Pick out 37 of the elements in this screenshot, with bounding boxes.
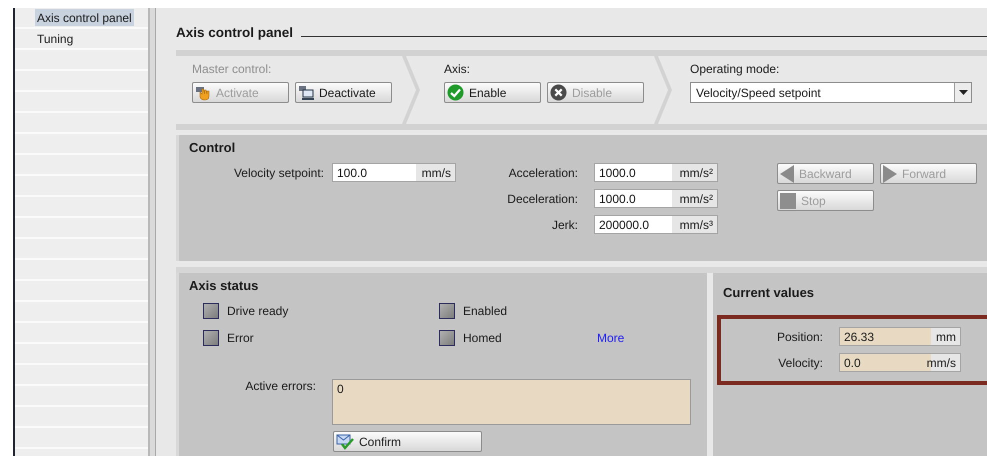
more-link[interactable]: More	[597, 331, 707, 345]
value-label: Position:	[776, 330, 823, 344]
field-label: Acceleration:	[508, 166, 578, 180]
close-icon	[550, 84, 567, 101]
envelope-check-icon	[336, 434, 354, 450]
splitter[interactable]	[148, 8, 158, 456]
group-label: Axis:	[444, 62, 472, 76]
status-label: Drive ready	[227, 304, 288, 318]
unit-label: mm	[931, 327, 961, 346]
operating-mode-dropdown[interactable]: Velocity/Speed setpoint	[690, 82, 972, 103]
value-display: 26.33	[839, 327, 931, 346]
toolbar-button[interactable]: Enable	[444, 82, 541, 103]
value-label: Velocity:	[777, 356, 823, 370]
left-triangle-icon	[780, 164, 794, 182]
sidebar-item[interactable]: Axis control panel	[35, 9, 134, 26]
field-label: Velocity setpoint:	[232, 166, 324, 180]
section-title: Control	[189, 140, 236, 155]
check-icon	[447, 84, 464, 101]
right-triangle-icon	[883, 164, 897, 182]
active-errors-field: 0	[332, 379, 691, 425]
status-label: Error	[227, 331, 254, 345]
sidebar-item[interactable]: Tuning	[35, 30, 76, 47]
computer-icon	[298, 84, 314, 100]
status-label: Enabled	[463, 304, 508, 318]
field-label: Active errors:	[244, 379, 316, 395]
panel-title: Axis control panel	[176, 25, 294, 40]
stop-icon	[780, 192, 796, 208]
caret-icon	[954, 83, 971, 102]
operating-mode-label: Operating mode:	[690, 62, 780, 76]
section-title: Axis status	[189, 278, 260, 293]
group-label: Master control:	[192, 62, 272, 76]
section-title: Current values	[723, 285, 816, 300]
status-label: Homed	[463, 331, 502, 345]
confirm-button[interactable]: Confirm	[333, 431, 482, 452]
field-label: Deceleration:	[506, 192, 578, 206]
field-label: Jerk:	[550, 218, 578, 232]
hand-icon	[195, 84, 211, 100]
